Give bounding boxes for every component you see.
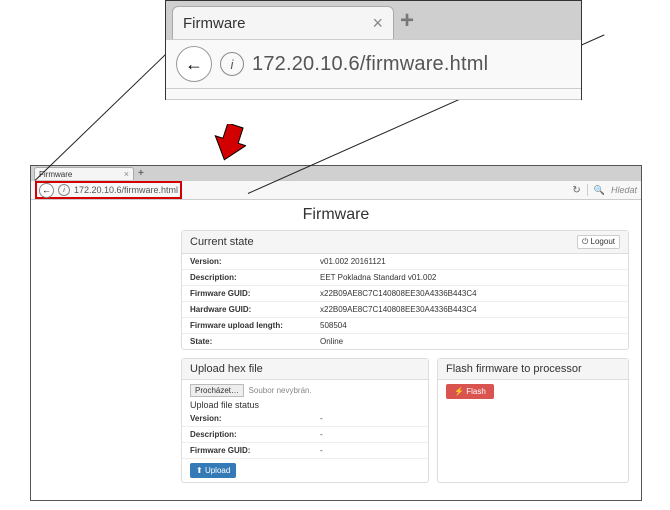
flash-icon: ⚡	[454, 387, 464, 396]
address-bar[interactable]: 172.20.10.6/firmware.html	[252, 53, 488, 76]
label: Description:	[190, 273, 320, 282]
toolbar: ← i 172.20.10.6/firmware.html ↻ 🔍 Hledat	[31, 180, 641, 200]
panel-body: ⚡ Flash	[438, 380, 628, 403]
search-box[interactable]: Hledat	[611, 185, 637, 195]
upload-label: Upload	[205, 466, 230, 475]
no-file-label: Soubor nevybrán.	[249, 386, 312, 395]
search-placeholder: Hledat	[611, 185, 637, 195]
value: -	[320, 414, 420, 423]
back-button[interactable]: ←	[176, 46, 212, 82]
panel-head: Upload hex file	[182, 359, 428, 380]
power-icon: ⏻	[582, 237, 588, 246]
info-icon[interactable]: i	[58, 184, 70, 196]
flash-label: Flash	[466, 387, 486, 396]
panel-title: Flash firmware to processor	[446, 363, 582, 375]
value: v01.002 20161121	[320, 257, 620, 266]
panel-head: Current state ⏻ Logout	[182, 231, 628, 254]
label: Firmware GUID:	[190, 446, 320, 455]
panel-title: Current state	[190, 236, 254, 248]
upload-status-title: Upload file status	[190, 400, 420, 410]
value: x22B09AE8C7C140808EE30A4336B443C4	[320, 289, 620, 298]
page-title: Firmware	[31, 206, 641, 224]
value: -	[320, 446, 420, 455]
row-fw-guid: Firmware GUID: x22B09AE8C7C140808EE30A43…	[182, 286, 628, 302]
value: -	[320, 430, 420, 439]
label: Version:	[190, 257, 320, 266]
logout-button[interactable]: ⏻ Logout	[577, 235, 620, 249]
row-u-fw-guid: Firmware GUID: -	[182, 443, 428, 459]
row-upload-length: Firmware upload length: 508504	[182, 318, 628, 334]
address-bar-highlight: ← i 172.20.10.6/firmware.html	[35, 181, 182, 199]
label: State:	[190, 337, 320, 346]
value: EET Pokladna Standard v01.002	[320, 273, 620, 282]
separator	[587, 184, 588, 196]
reload-icon[interactable]: ↻	[572, 185, 580, 196]
info-icon[interactable]: i	[220, 52, 244, 76]
close-icon[interactable]: ×	[124, 169, 129, 179]
upload-panel: Upload hex file Procházet… Soubor nevybr…	[181, 358, 429, 483]
panel-head: Flash firmware to processor	[438, 359, 628, 380]
row-u-description: Description: -	[182, 427, 428, 443]
tabstrip: Firmware × +	[31, 166, 641, 180]
value: x22B09AE8C7C140808EE30A4336B443C4	[320, 305, 620, 314]
value: 508504	[320, 321, 620, 330]
upload-button[interactable]: ⬆ Upload	[190, 463, 236, 478]
browser-window: Firmware × + ← i 172.20.10.6/firmware.ht…	[30, 165, 642, 501]
zoom-browser-window: Firmware × + ← i 172.20.10.6/firmware.ht…	[165, 0, 582, 100]
new-tab-button[interactable]: +	[138, 168, 144, 179]
label: Version:	[190, 414, 320, 423]
close-icon[interactable]: ×	[372, 13, 383, 34]
new-tab-button[interactable]: +	[400, 7, 414, 35]
panel-title: Upload hex file	[190, 363, 263, 375]
row-description: Description: EET Pokladna Standard v01.0…	[182, 270, 628, 286]
zoom-tabstrip: Firmware × +	[166, 1, 581, 39]
zoom-tab[interactable]: Firmware ×	[172, 6, 394, 39]
flash-panel: Flash firmware to processor ⚡ Flash	[437, 358, 629, 483]
panel-body: Procházet… Soubor nevybrán. Upload file …	[182, 380, 428, 482]
panel-body: Version: v01.002 20161121 Description: E…	[182, 254, 628, 349]
label: Description:	[190, 430, 320, 439]
arrow-left-icon: ←	[42, 185, 51, 195]
back-button[interactable]: ←	[39, 183, 54, 198]
page-content: Firmware Current state ⏻ Logout Version:…	[31, 200, 641, 510]
label: Hardware GUID:	[190, 305, 320, 314]
tab-title: Firmware	[39, 170, 124, 179]
upload-icon: ⬆	[196, 466, 203, 475]
bottom-columns: Upload hex file Procházet… Soubor nevybr…	[181, 358, 629, 483]
zoom-separator	[166, 88, 581, 100]
logout-label: Logout	[591, 237, 615, 246]
label: Firmware upload length:	[190, 321, 320, 330]
arrow-left-icon: ←	[185, 54, 203, 75]
search-icon: 🔍	[594, 185, 605, 196]
row-version: Version: v01.002 20161121	[182, 254, 628, 270]
browser-tab[interactable]: Firmware ×	[34, 167, 134, 180]
flash-button[interactable]: ⚡ Flash	[446, 384, 494, 399]
row-hw-guid: Hardware GUID: x22B09AE8C7C140808EE30A43…	[182, 302, 628, 318]
current-state-panel: Current state ⏻ Logout Version: v01.002 …	[181, 230, 629, 350]
label: Firmware GUID:	[190, 289, 320, 298]
browse-button[interactable]: Procházet…	[190, 384, 244, 397]
red-arrow-icon	[210, 124, 246, 164]
row-u-version: Version: -	[182, 411, 428, 427]
row-state: State: Online	[182, 334, 628, 349]
address-bar[interactable]: 172.20.10.6/firmware.html	[74, 185, 178, 195]
zoom-tab-title: Firmware	[183, 15, 372, 32]
toolbar-right: ↻ 🔍 Hledat	[572, 184, 637, 196]
value: Online	[320, 337, 620, 346]
zoom-toolbar: ← i 172.20.10.6/firmware.html	[166, 39, 581, 88]
